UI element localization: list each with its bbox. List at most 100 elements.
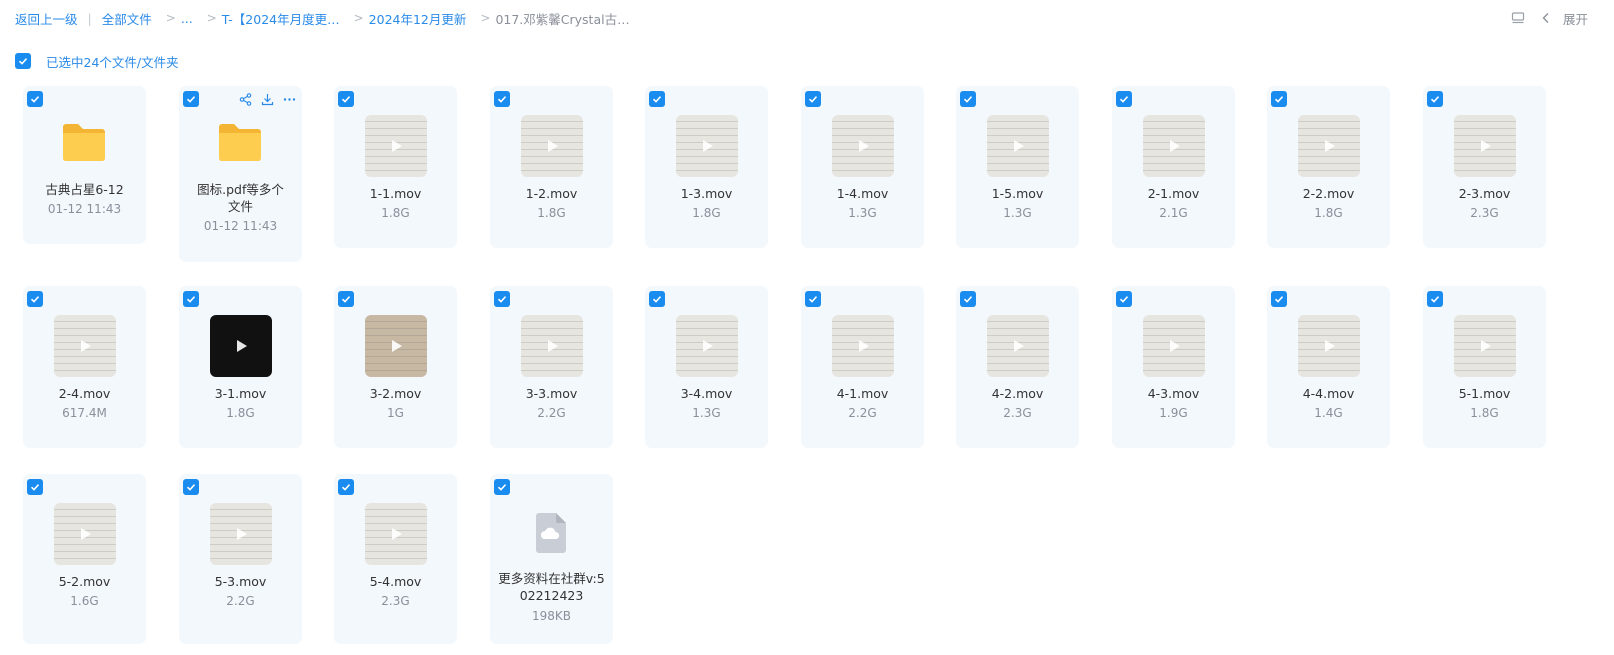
file-checkbox[interactable]: [494, 479, 510, 495]
video-card[interactable]: 2-1.mov 2.1G: [1112, 86, 1235, 248]
file-size: 2.2G: [848, 406, 877, 420]
file-name: 图标.pdf等多个文件: [197, 182, 284, 214]
checkbox-checked-icon: [341, 484, 351, 491]
file-size: 1G: [387, 406, 404, 420]
file-checkbox[interactable]: [1271, 291, 1287, 307]
video-thumbnail: [987, 115, 1049, 177]
video-card[interactable]: 3-2.mov 1G: [334, 286, 457, 448]
checkbox-checked-icon: [341, 296, 351, 303]
file-checkbox[interactable]: [338, 91, 354, 107]
file-checkbox[interactable]: [183, 91, 199, 107]
video-card[interactable]: 1-2.mov 1.8G: [490, 86, 613, 248]
select-all-row: 已选中24个文件/文件夹: [15, 52, 179, 70]
file-name: 4-1.mov: [836, 386, 889, 401]
file-checkbox[interactable]: [338, 479, 354, 495]
file-name: 3-1.mov: [214, 386, 267, 401]
file-checkbox[interactable]: [960, 291, 976, 307]
select-all-checkbox[interactable]: [15, 53, 31, 69]
play-icon: [1325, 340, 1335, 352]
file-checkbox[interactable]: [805, 291, 821, 307]
file-checkbox[interactable]: [494, 91, 510, 107]
play-icon: [1170, 140, 1180, 152]
video-card[interactable]: 1-4.mov 1.3G: [801, 86, 924, 248]
play-icon: [392, 528, 402, 540]
play-icon: [392, 340, 402, 352]
video-card[interactable]: 1-3.mov 1.8G: [645, 86, 768, 248]
play-icon: [703, 140, 713, 152]
checkbox-checked-icon: [1430, 296, 1440, 303]
folder-card[interactable]: 图标.pdf等多个文件 01-12 11:43: [179, 86, 302, 262]
video-card[interactable]: 2-2.mov 1.8G: [1267, 86, 1390, 248]
breadcrumb-chevron-icon: >: [353, 11, 364, 25]
video-thumbnail: [210, 315, 272, 377]
checkbox-checked-icon: [497, 96, 507, 103]
checkbox-checked-icon: [1274, 296, 1284, 303]
video-card[interactable]: 5-3.mov 2.2G: [179, 474, 302, 644]
file-name: 2-2.mov: [1302, 186, 1355, 201]
play-icon: [392, 140, 402, 152]
back-link[interactable]: 返回上一级: [15, 9, 78, 28]
file-size: 1.8G: [692, 206, 721, 220]
file-size: 1.9G: [1159, 406, 1188, 420]
file-checkbox[interactable]: [1427, 291, 1443, 307]
checkbox-checked-icon: [652, 296, 662, 303]
video-card[interactable]: 1-1.mov 1.8G: [334, 86, 457, 248]
video-card[interactable]: 3-1.mov 1.8G: [179, 286, 302, 448]
play-icon: [237, 340, 247, 352]
file-name: 更多资料在社群v:502212423: [498, 571, 605, 603]
play-icon: [703, 340, 713, 352]
checkbox-checked-icon: [497, 296, 507, 303]
file-checkbox[interactable]: [1116, 91, 1132, 107]
share-icon[interactable]: [238, 92, 252, 106]
video-card[interactable]: 5-4.mov 2.3G: [334, 474, 457, 644]
breadcrumb-ellipsis[interactable]: ...: [181, 11, 193, 26]
video-card[interactable]: 4-2.mov 2.3G: [956, 286, 1079, 448]
file-size: 1.3G: [1003, 206, 1032, 220]
cloud-file-icon: [534, 512, 568, 554]
file-checkbox[interactable]: [1271, 91, 1287, 107]
video-thumbnail: [1298, 115, 1360, 177]
file-checkbox[interactable]: [27, 291, 43, 307]
more-icon[interactable]: [282, 92, 296, 106]
file-checkbox[interactable]: [183, 291, 199, 307]
video-card[interactable]: 2-3.mov 2.3G: [1423, 86, 1546, 248]
file-card[interactable]: 更多资料在社群v:502212423 198KB: [490, 474, 613, 644]
video-card[interactable]: 3-4.mov 1.3G: [645, 286, 768, 448]
selection-count: 已选中24个文件/文件夹: [46, 54, 179, 70]
video-card[interactable]: 4-1.mov 2.2G: [801, 286, 924, 448]
breadcrumb-item-december[interactable]: 2024年12月更新: [369, 9, 467, 28]
expand-button[interactable]: 展开: [1539, 9, 1588, 28]
panel-toggle-icon[interactable]: [1511, 11, 1525, 25]
video-card[interactable]: 3-3.mov 2.2G: [490, 286, 613, 448]
file-size: 1.8G: [1314, 206, 1343, 220]
video-thumbnail: [832, 115, 894, 177]
breadcrumb-item-monthly[interactable]: T-【2024年月度更…: [222, 9, 340, 28]
file-checkbox[interactable]: [494, 291, 510, 307]
video-thumbnail: [1143, 115, 1205, 177]
file-checkbox[interactable]: [1116, 291, 1132, 307]
file-checkbox[interactable]: [183, 479, 199, 495]
video-card[interactable]: 4-3.mov 1.9G: [1112, 286, 1235, 448]
file-checkbox[interactable]: [649, 291, 665, 307]
folder-card[interactable]: 古典占星6-12 01-12 11:43: [23, 86, 146, 244]
video-card[interactable]: 5-2.mov 1.6G: [23, 474, 146, 644]
file-checkbox[interactable]: [960, 91, 976, 107]
video-card[interactable]: 4-4.mov 1.4G: [1267, 286, 1390, 448]
file-checkbox[interactable]: [1427, 91, 1443, 107]
file-date: 01-12 11:43: [47, 202, 122, 216]
file-checkbox[interactable]: [338, 291, 354, 307]
video-card[interactable]: 1-5.mov 1.3G: [956, 86, 1079, 248]
file-checkbox[interactable]: [27, 479, 43, 495]
video-card[interactable]: 2-4.mov 617.4M: [23, 286, 146, 448]
breadcrumb-all-files[interactable]: 全部文件: [102, 9, 152, 28]
file-checkbox[interactable]: [649, 91, 665, 107]
video-card[interactable]: 5-1.mov 1.8G: [1423, 286, 1546, 448]
file-size: 1.8G: [1470, 406, 1499, 420]
file-checkbox[interactable]: [805, 91, 821, 107]
checkbox-checked-icon: [963, 96, 973, 103]
file-name: 5-2.mov: [58, 574, 111, 589]
expand-label: 展开: [1562, 11, 1588, 27]
file-checkbox[interactable]: [27, 91, 43, 107]
download-icon[interactable]: [260, 92, 274, 106]
breadcrumb: 返回上一级 | 全部文件 > ... > T-【2024年月度更… > 2024…: [0, 0, 1614, 36]
